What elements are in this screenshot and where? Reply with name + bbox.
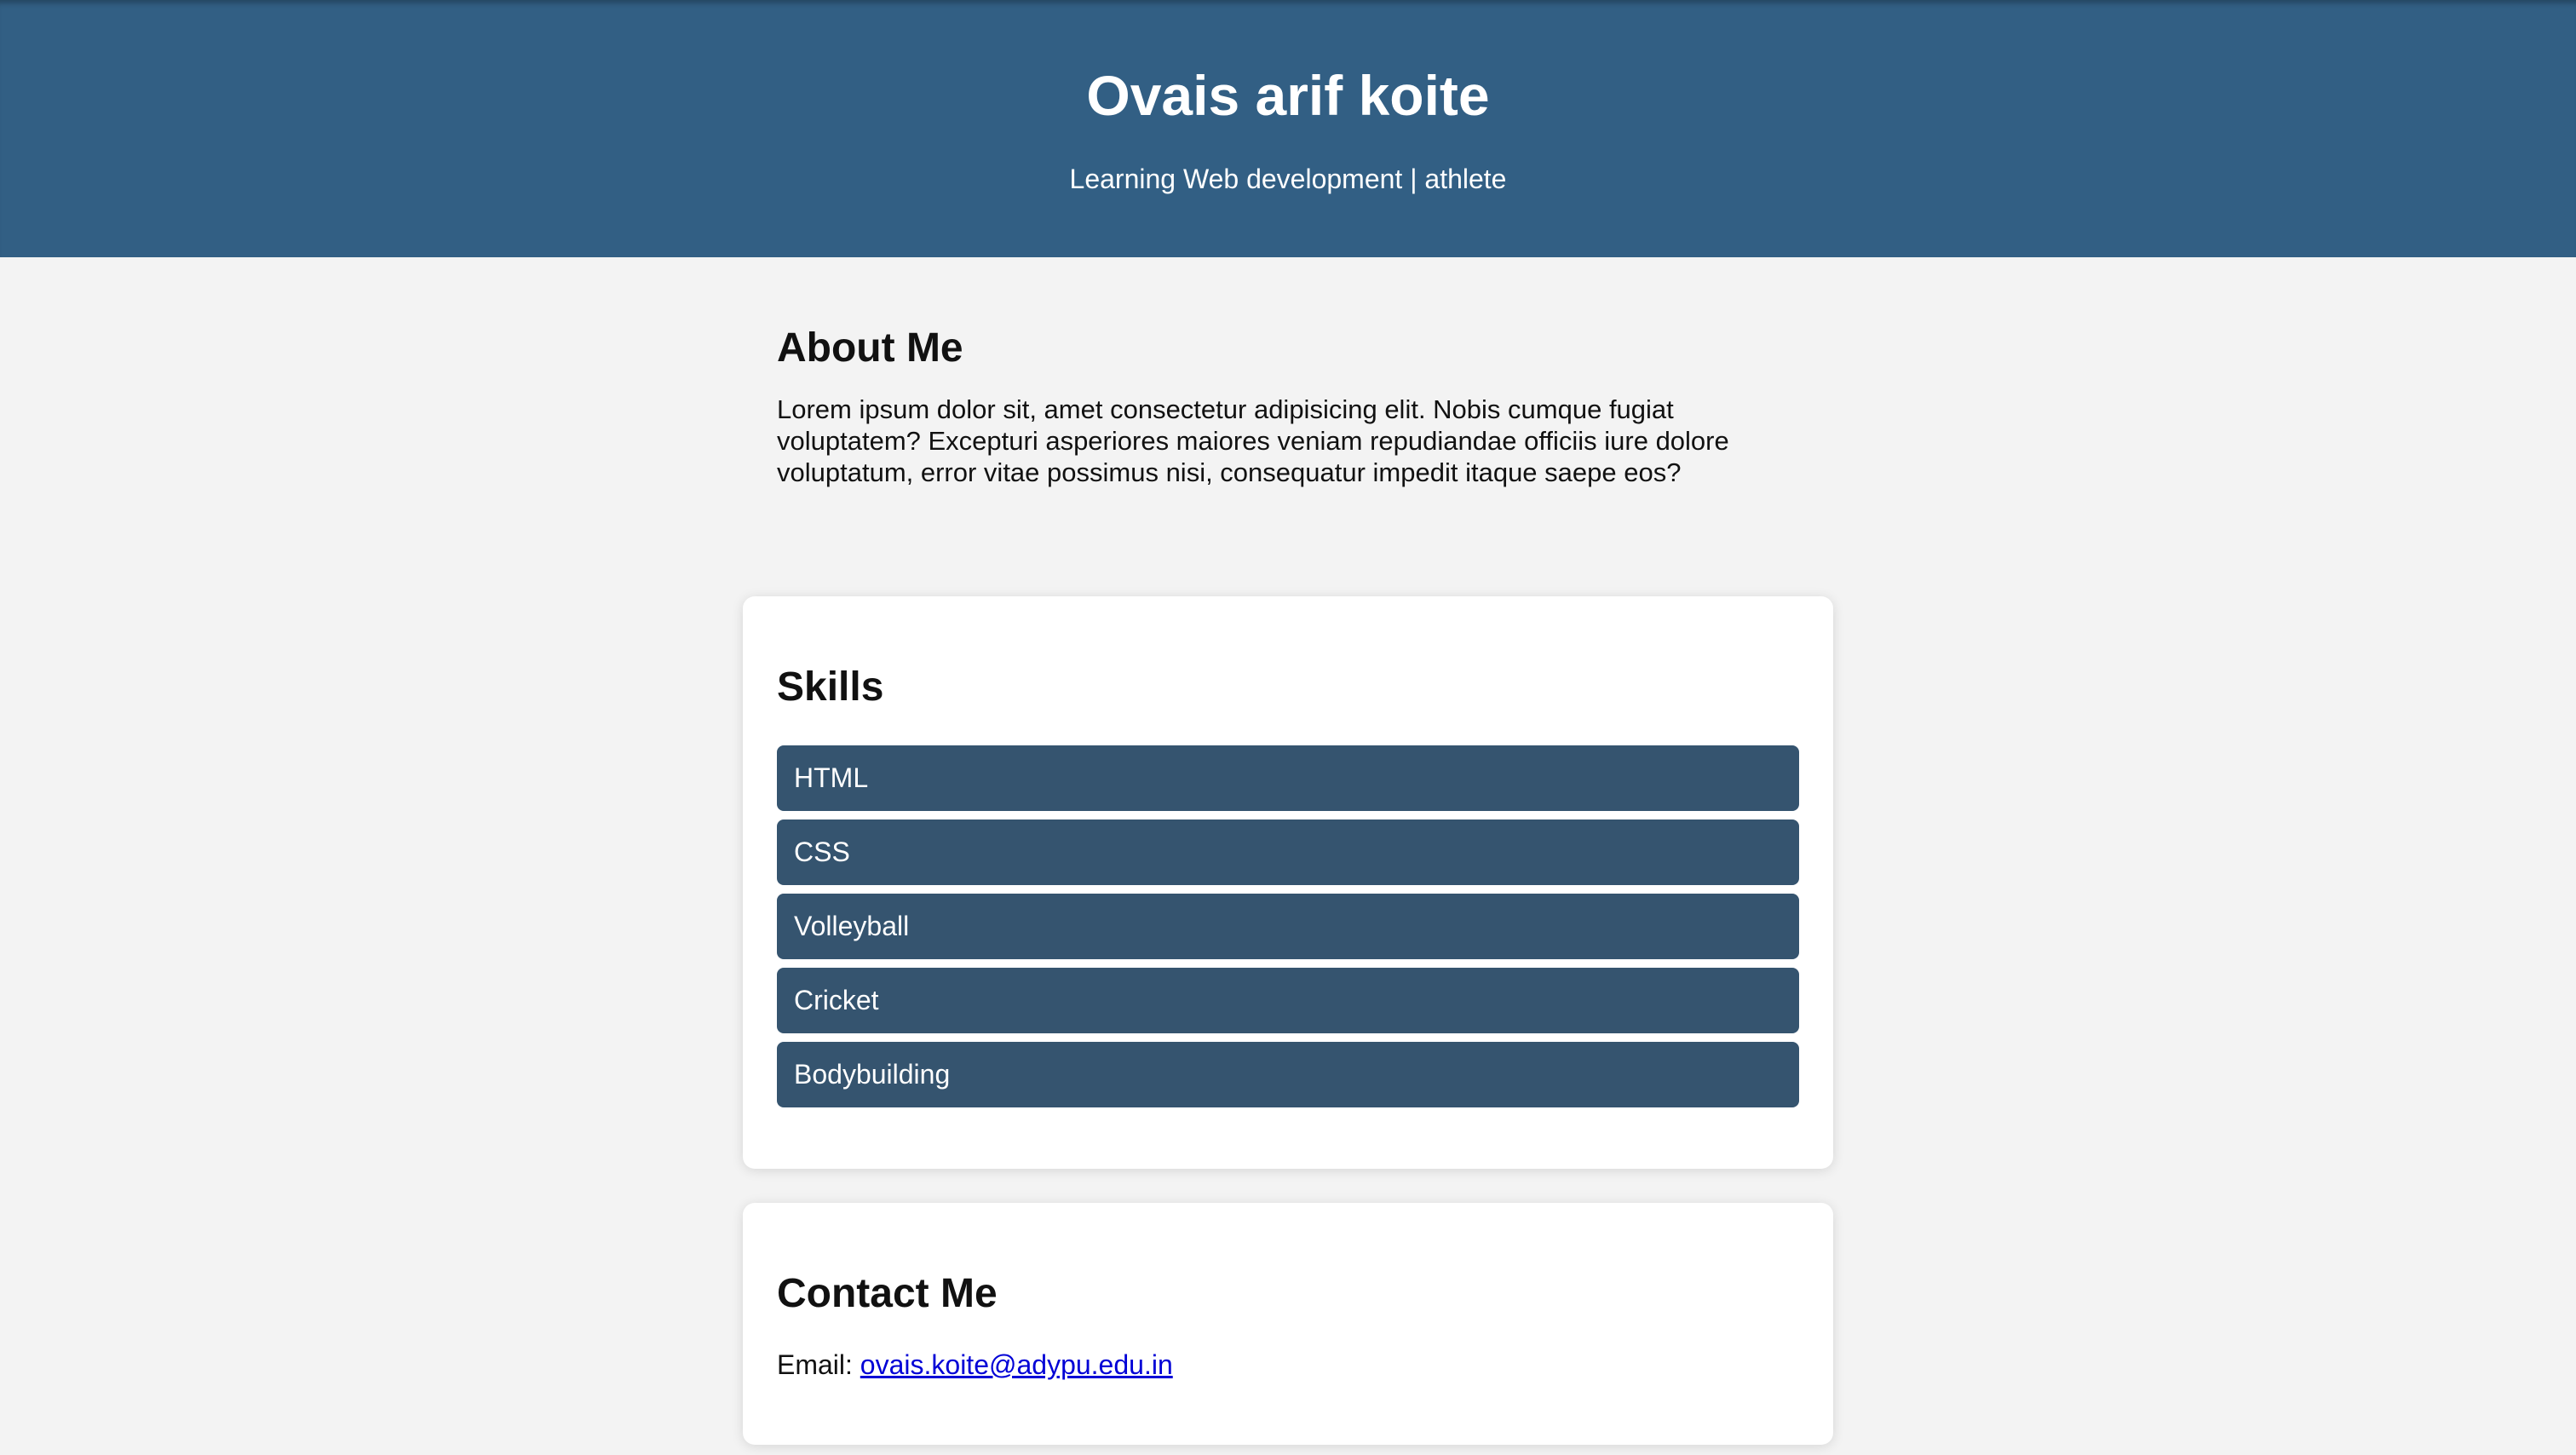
contact-heading: Contact Me: [777, 1271, 998, 1316]
skills-list: HTML CSS Volleyball Cricket Bodybuilding: [777, 745, 1799, 1116]
about-text: Lorem ipsum dolor sit, amet consectetur …: [777, 394, 1729, 487]
skill-item-css: CSS: [777, 820, 1799, 885]
skill-item-html: HTML: [777, 745, 1799, 811]
profile-name: Ovais arif koite: [1086, 64, 1490, 127]
skill-item-volleyball: Volleyball: [777, 894, 1799, 959]
contact-card: Contact Me Email: ovais.koite@adypu.edu.…: [743, 1203, 1833, 1445]
about-section: About Me Lorem ipsum dolor sit, amet con…: [777, 324, 1799, 488]
about-heading: About Me: [777, 325, 963, 371]
skills-card: Skills HTML CSS Volleyball Cricket Bodyb…: [743, 596, 1833, 1169]
skills-heading: Skills: [777, 664, 884, 710]
contact-email-line: Email: ovais.koite@adypu.edu.in: [777, 1348, 1173, 1382]
profile-tagline: Learning Web development | athlete: [1069, 164, 1507, 194]
email-link[interactable]: ovais.koite@adypu.edu.in: [860, 1349, 1173, 1380]
email-label: Email:: [777, 1349, 853, 1380]
skill-item-cricket: Cricket: [777, 968, 1799, 1033]
page-header: Ovais arif koite Learning Web developmen…: [0, 0, 2576, 257]
skill-item-bodybuilding: Bodybuilding: [777, 1042, 1799, 1107]
